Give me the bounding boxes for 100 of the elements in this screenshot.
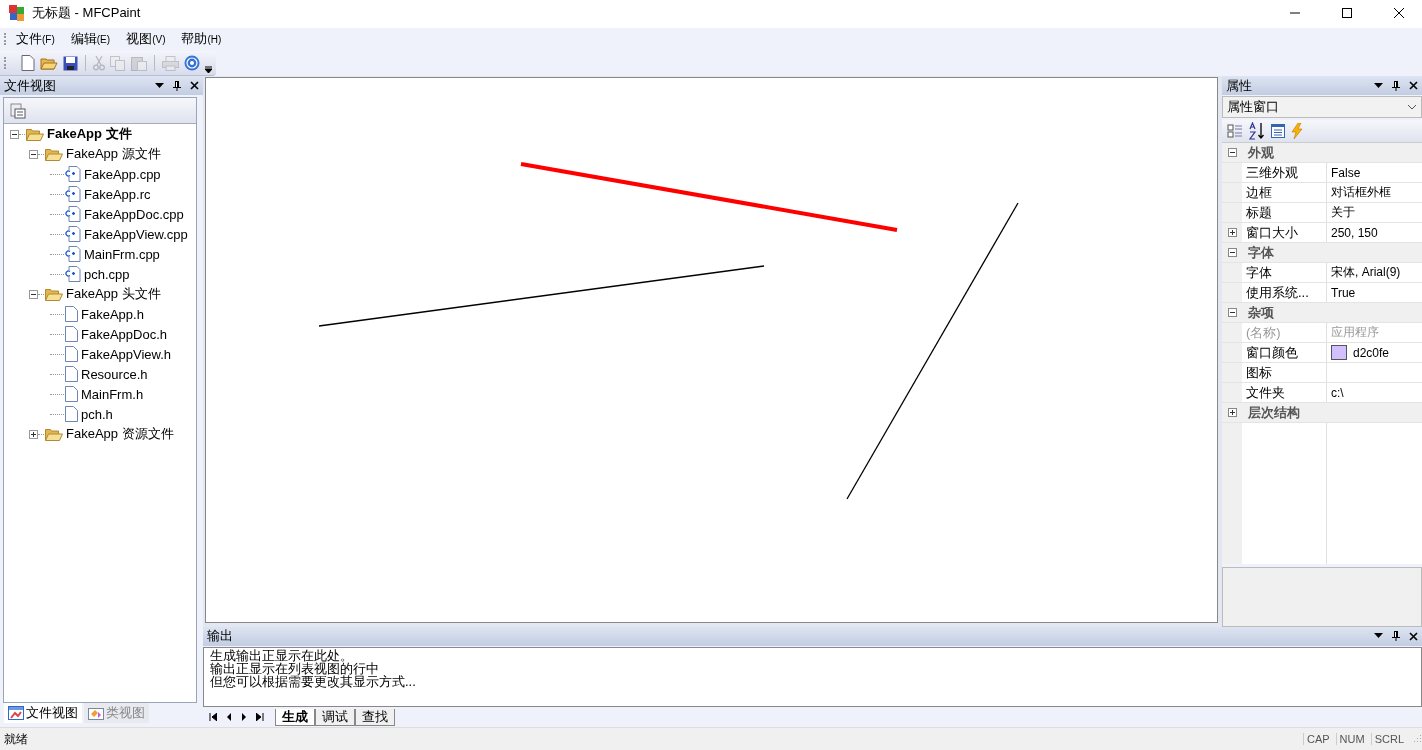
categorized-icon[interactable] (1227, 123, 1243, 139)
pin-icon[interactable] (1392, 80, 1400, 91)
previous-icon[interactable] (226, 713, 232, 722)
close-icon[interactable] (1409, 81, 1418, 90)
output-tab[interactable]: 生成 (275, 708, 315, 726)
maximize-icon[interactable] (1342, 8, 1352, 18)
last-icon[interactable] (256, 713, 264, 722)
next-icon[interactable] (241, 713, 247, 722)
property-value[interactable]: d2c0fe (1353, 345, 1390, 360)
cpp-file-icon (65, 206, 81, 222)
pane-title: 属性 (1226, 76, 1252, 95)
cpp-file-icon (65, 186, 81, 202)
tree-item[interactable]: MainFrm.h (81, 386, 144, 402)
file-icon (65, 306, 78, 322)
property-value[interactable]: False (1331, 165, 1361, 180)
tree-item[interactable]: FakeAppDoc.cpp (84, 206, 184, 222)
category-header[interactable]: 杂项 (1222, 303, 1422, 323)
folder-icon (45, 147, 63, 161)
property-value[interactable]: 关于 (1331, 204, 1355, 221)
tree-item[interactable]: MainFrm.cpp (84, 246, 160, 262)
collapse-icon[interactable] (1228, 148, 1237, 157)
collapse-icon[interactable] (29, 289, 38, 299)
output-line: 输出正显示在列表视图的行中 (210, 661, 379, 675)
tree-item[interactable]: FakeApp.rc (84, 186, 151, 202)
category-header[interactable]: 层次结构 (1222, 403, 1422, 423)
file-icon (65, 366, 78, 382)
chevron-down-icon[interactable] (1407, 104, 1417, 110)
help-icon[interactable] (184, 55, 200, 71)
tree-item[interactable]: FakeApp.h (81, 306, 144, 322)
object-dropdown[interactable]: 属性窗口 (1222, 96, 1422, 118)
category-header[interactable]: 外观 (1222, 143, 1422, 163)
expand-icon[interactable] (1228, 408, 1237, 417)
dropdown-icon[interactable] (1374, 633, 1383, 640)
save-icon[interactable] (63, 55, 78, 71)
tree-item[interactable]: pch.cpp (84, 266, 130, 282)
property-name[interactable]: 窗口大小 (1246, 223, 1298, 242)
property-value[interactable]: 宋体, Arial(9) (1331, 264, 1401, 281)
menu-item[interactable]: 文件(F) (16, 30, 55, 48)
close-icon[interactable] (1394, 8, 1404, 18)
property-value[interactable]: 250, 150 (1331, 225, 1378, 240)
pin-icon[interactable] (173, 80, 181, 91)
dropdown-icon[interactable] (1374, 82, 1383, 89)
file-icon (65, 326, 78, 342)
property-pages-icon[interactable] (1271, 124, 1285, 138)
collapse-icon[interactable] (1228, 308, 1237, 317)
tree-item[interactable]: FakeAppView.cpp (84, 226, 188, 242)
status-indicator: SCRL (1370, 733, 1404, 745)
close-icon[interactable] (1409, 631, 1418, 641)
tree-item[interactable]: FakeApp 头文件 (66, 285, 161, 303)
menu-item[interactable]: 视图(V) (126, 30, 166, 48)
property-name[interactable]: 标题 (1246, 203, 1272, 222)
properties-icon[interactable] (10, 102, 26, 119)
property-value[interactable]: True (1331, 285, 1356, 300)
sort-alphabetical-icon[interactable] (1249, 122, 1265, 140)
color-swatch[interactable] (1331, 345, 1347, 360)
folder-icon (26, 127, 44, 141)
pane-title: 输出 (207, 627, 233, 646)
file-icon (65, 386, 78, 402)
menu-item[interactable]: 帮助(H) (181, 30, 222, 48)
tree-item[interactable]: pch.h (81, 406, 113, 422)
property-name[interactable]: 窗口颜色 (1246, 343, 1298, 362)
property-name[interactable]: 边框 (1246, 183, 1272, 202)
output-tab[interactable]: 调试 (315, 708, 355, 726)
tree-item[interactable]: FakeApp 源文件 (66, 145, 161, 163)
tree-item[interactable]: FakeApp 文件 (47, 125, 132, 143)
overflow-icon[interactable] (205, 65, 212, 73)
tree-item[interactable]: FakeAppDoc.h (81, 326, 167, 342)
open-folder-icon[interactable] (40, 55, 58, 71)
dropdown-icon[interactable] (155, 82, 164, 89)
status-indicator: CAP (1302, 733, 1330, 745)
tree-item[interactable]: FakeApp.cpp (84, 166, 161, 182)
collapse-icon[interactable] (10, 129, 19, 139)
class-icon (88, 706, 104, 720)
pane-title: 文件视图 (4, 76, 56, 95)
close-icon[interactable] (190, 81, 199, 90)
chart-window-icon (8, 706, 24, 720)
tree-item[interactable]: FakeApp 资源文件 (66, 425, 174, 443)
expand-icon[interactable] (1227, 228, 1237, 237)
property-name[interactable]: 文件夹 (1246, 383, 1285, 402)
property-name[interactable]: 字体 (1246, 263, 1272, 282)
first-icon[interactable] (209, 713, 217, 722)
new-file-icon[interactable] (21, 55, 35, 71)
property-name[interactable]: 图标 (1246, 363, 1272, 382)
tree-item[interactable]: FakeAppView.h (81, 346, 172, 362)
collapse-icon[interactable] (1228, 248, 1237, 257)
file-icon (65, 406, 78, 422)
expand-icon[interactable] (29, 429, 38, 439)
property-value[interactable]: 对话框外框 (1331, 184, 1391, 201)
tree-item[interactable]: Resource.h (81, 366, 148, 382)
window-title: 无标题 - MFCPaint (32, 4, 141, 22)
property-name[interactable]: 使用系统... (1246, 283, 1309, 302)
collapse-icon[interactable] (29, 149, 38, 159)
property-value[interactable]: c:\ (1331, 385, 1344, 400)
menu-item[interactable]: 编辑(E) (70, 30, 111, 48)
output-tab[interactable]: 查找 (355, 708, 395, 726)
property-name[interactable]: 三维外观 (1246, 163, 1298, 182)
status-text: 就绪 (4, 730, 28, 748)
category-header[interactable]: 字体 (1222, 243, 1422, 263)
pin-icon[interactable] (1392, 631, 1400, 642)
pane-tab[interactable]: 文件视图 (4, 703, 82, 723)
